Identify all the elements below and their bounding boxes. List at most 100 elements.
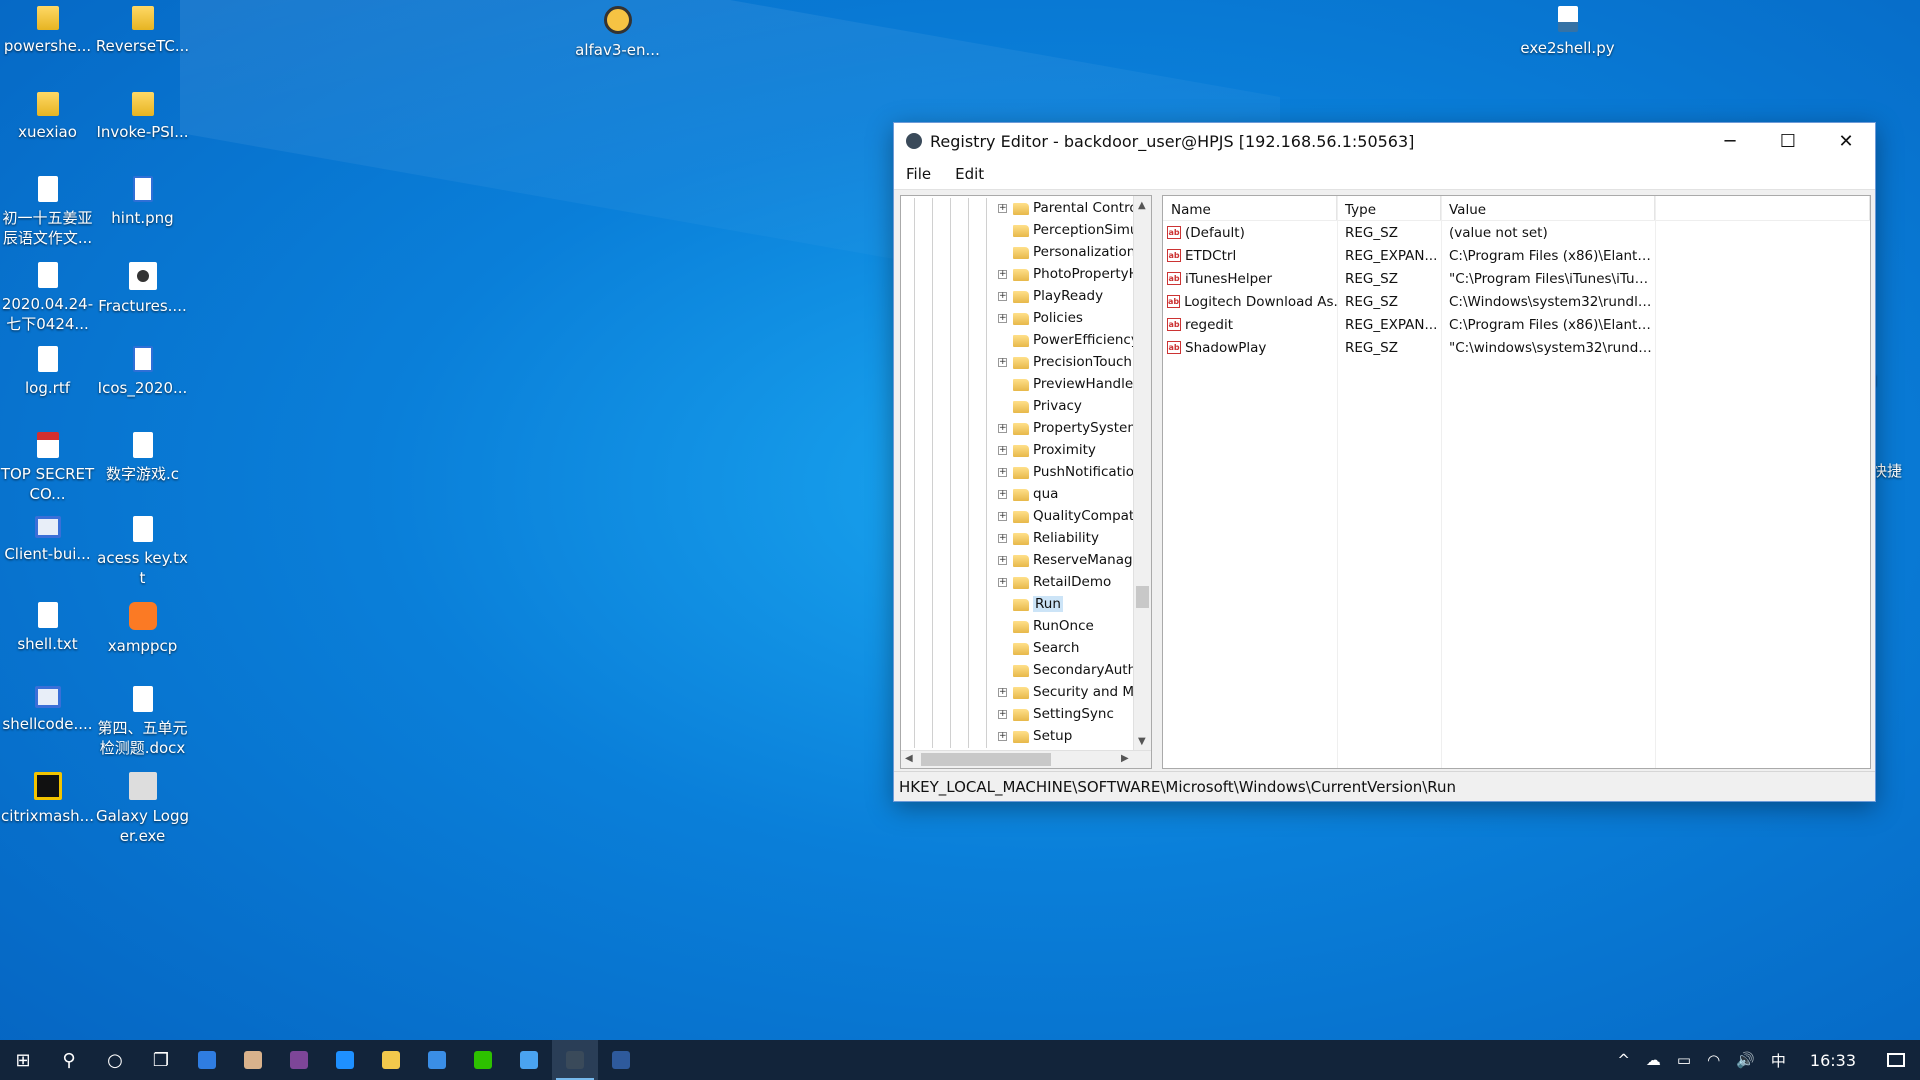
- tree-item[interactable]: PreviewHandlers: [901, 374, 1146, 396]
- taskbar-app-button[interactable]: [230, 1040, 276, 1080]
- table-row[interactable]: ab ETDCtrl REG_EXPAN... C:\Program Files (x…: [1163, 244, 1870, 267]
- desktop-icon-item[interactable]: ReverseTC...: [95, 6, 190, 56]
- tree-item[interactable]: + Setup: [901, 726, 1137, 748]
- tree-item[interactable]: + PhotoPropertyH: [901, 264, 1139, 286]
- desktop-icon-item[interactable]: Fractures....: [95, 262, 190, 316]
- column-header-value[interactable]: Value: [1441, 196, 1655, 220]
- tree-expand-icon[interactable]: +: [998, 314, 1007, 323]
- desktop-icon-item[interactable]: xuexiao: [0, 92, 95, 142]
- tree-expand-icon[interactable]: +: [998, 446, 1007, 455]
- battery-icon[interactable]: ▭: [1669, 1051, 1699, 1069]
- tree-expand-icon[interactable]: +: [998, 534, 1007, 543]
- table-row[interactable]: ab ShadowPlay REG_SZ "C:\windows\system32\r…: [1163, 336, 1870, 359]
- tree-item[interactable]: + Reliability: [901, 528, 1137, 550]
- cortana-button[interactable]: ○: [92, 1040, 138, 1080]
- tree-expand-icon[interactable]: +: [998, 490, 1007, 499]
- desktop-icon-item[interactable]: Invoke-PSI...: [95, 92, 190, 142]
- action-center-button[interactable]: [1872, 1040, 1920, 1080]
- desktop-icon-item[interactable]: acess key.txt: [95, 516, 190, 588]
- scroll-left-arrow-icon[interactable]: ◀: [905, 753, 913, 764]
- tree-item[interactable]: RunOnce: [901, 616, 1137, 638]
- tree-expand-icon[interactable]: +: [998, 468, 1007, 477]
- tree-vertical-scrollbar[interactable]: ▲ ▼: [1133, 196, 1151, 751]
- tree-expand-icon[interactable]: +: [998, 688, 1007, 697]
- desktop-icon-item[interactable]: shellcode....: [0, 686, 95, 734]
- desktop-icon-item[interactable]: 第四、五单元检测题.docx: [95, 686, 190, 758]
- tree-item[interactable]: + PropertySystem: [901, 418, 1140, 440]
- tree-expand-icon[interactable]: +: [998, 204, 1007, 213]
- desktop-icon-item[interactable]: Galaxy Logger.exe: [95, 772, 190, 846]
- desktop-icon-item[interactable]: alfav3-en...: [570, 6, 665, 60]
- scroll-right-arrow-icon[interactable]: ▶: [1121, 753, 1129, 764]
- tree-expand-icon[interactable]: +: [998, 424, 1007, 433]
- tree-item[interactable]: + RetailDemo: [901, 572, 1137, 594]
- registry-tree-pane[interactable]: + Parental Contro PerceptionSimu Personaliz…: [900, 195, 1152, 769]
- column-header-name[interactable]: Name: [1163, 196, 1337, 220]
- desktop-icon-item[interactable]: xamppcp: [95, 602, 190, 656]
- tree-item[interactable]: Run: [901, 594, 1137, 616]
- tree-item[interactable]: + Parental Contro: [901, 198, 1138, 220]
- tree-scroll-thumb[interactable]: [1136, 586, 1149, 608]
- tree-item[interactable]: + PrecisionTouchP: [901, 352, 1140, 374]
- input-method-indicator[interactable]: 中: [1763, 1050, 1794, 1071]
- show-hidden-icons-chevron-icon[interactable]: ^: [1609, 1051, 1638, 1069]
- clock[interactable]: 16:33: [1794, 1051, 1872, 1070]
- table-row[interactable]: ab iTunesHelper REG_SZ "C:\Program Files\iT…: [1163, 267, 1870, 290]
- search-button[interactable]: ⚲: [46, 1040, 92, 1080]
- taskbar-app-button[interactable]: [414, 1040, 460, 1080]
- tree-expand-icon[interactable]: +: [998, 292, 1007, 301]
- taskbar-app-button[interactable]: [184, 1040, 230, 1080]
- tree-item[interactable]: + QualityCompat: [901, 506, 1137, 528]
- title-bar[interactable]: Registry Editor - backdoor_user@HPJS [19…: [894, 123, 1875, 159]
- taskbar-app-button[interactable]: [460, 1040, 506, 1080]
- close-button[interactable]: ✕: [1817, 123, 1875, 159]
- scroll-down-arrow-icon[interactable]: ▼: [1138, 736, 1146, 747]
- table-row[interactable]: ab (Default) REG_SZ (value not set): [1163, 221, 1870, 244]
- column-header-type[interactable]: Type: [1337, 196, 1441, 220]
- tree-item[interactable]: Privacy: [901, 396, 1137, 418]
- tree-item[interactable]: + Proximity: [901, 440, 1137, 462]
- desktop-icon-item[interactable]: 初一十五姜亚辰语文作文...: [0, 176, 95, 248]
- tree-item[interactable]: + qua: [901, 484, 1137, 506]
- tree-expand-icon[interactable]: +: [998, 358, 1007, 367]
- desktop-icon-item[interactable]: Client-bui...: [0, 516, 95, 564]
- tree-item[interactable]: + Policies: [901, 308, 1137, 330]
- taskbar-app-button[interactable]: [276, 1040, 322, 1080]
- tree-expand-icon[interactable]: +: [998, 732, 1007, 741]
- start-button[interactable]: ⊞: [0, 1040, 46, 1080]
- desktop-icon-item[interactable]: 数字游戏.c: [95, 432, 190, 484]
- taskbar-app-button[interactable]: [368, 1040, 414, 1080]
- table-row[interactable]: ab regedit REG_EXPAN... C:\Program Files (x…: [1163, 313, 1870, 336]
- desktop-icon-item[interactable]: exe2shell.py: [1520, 6, 1615, 58]
- desktop-icon-item[interactable]: shell.txt: [0, 602, 95, 654]
- onedrive-cloud-icon[interactable]: ☁: [1638, 1051, 1669, 1069]
- tree-item[interactable]: SecondaryAuthF: [901, 660, 1144, 682]
- taskbar-app-button[interactable]: [322, 1040, 368, 1080]
- tree-item[interactable]: + PlayReady: [901, 286, 1137, 308]
- desktop-icon-item[interactable]: log.rtf: [0, 346, 95, 398]
- taskbar-app-button[interactable]: [552, 1040, 598, 1080]
- tree-item[interactable]: + Security and Ma: [901, 682, 1142, 704]
- registry-values-pane[interactable]: Name Type Value ab (Default) REG_SZ (value …: [1162, 195, 1871, 769]
- tree-expand-icon[interactable]: +: [998, 512, 1007, 521]
- tree-horizontal-scrollbar[interactable]: ◀ ▶: [901, 750, 1151, 768]
- taskbar-app-button[interactable]: [598, 1040, 644, 1080]
- desktop-icon-item[interactable]: Icos_2020...: [95, 346, 190, 398]
- desktop-icon-item[interactable]: hint.png: [95, 176, 190, 228]
- desktop-icon-item[interactable]: powershe...: [0, 6, 95, 56]
- tree-item[interactable]: Personalization: [901, 242, 1137, 264]
- menu-edit[interactable]: Edit: [943, 165, 996, 183]
- tree-item[interactable]: + SettingSync: [901, 704, 1137, 726]
- table-row[interactable]: ab Logitech Download As... REG_SZ C:\Window…: [1163, 290, 1870, 313]
- volume-icon[interactable]: 🔊: [1728, 1051, 1763, 1069]
- tree-expand-icon[interactable]: +: [998, 710, 1007, 719]
- tree-item[interactable]: + PushNotification: [901, 462, 1143, 484]
- minimize-button[interactable]: ─: [1701, 123, 1759, 159]
- taskbar-app-button[interactable]: [506, 1040, 552, 1080]
- tree-hscroll-thumb[interactable]: [921, 753, 1051, 766]
- desktop-icon-item[interactable]: citrixmash...: [0, 772, 95, 826]
- tree-item[interactable]: + ReserveManage: [901, 550, 1141, 572]
- maximize-button[interactable]: ☐: [1759, 123, 1817, 159]
- desktop-icon-item[interactable]: TOP SECRETCO...: [0, 432, 95, 504]
- tree-item[interactable]: PerceptionSimu: [901, 220, 1138, 242]
